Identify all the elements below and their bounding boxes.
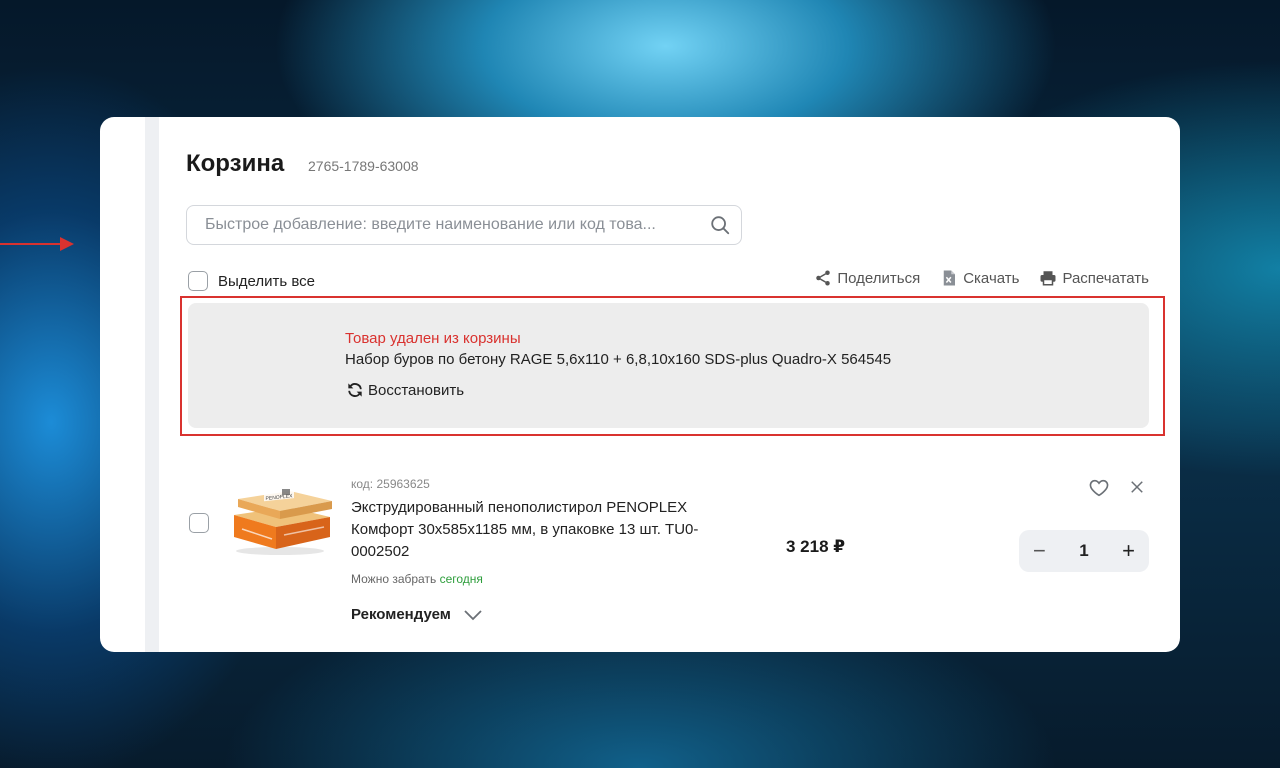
- search-input[interactable]: [203, 215, 709, 235]
- product-price: 3 218 ₽: [786, 537, 846, 556]
- sidebar-edge: [145, 117, 159, 652]
- page-title: Корзина: [186, 150, 285, 177]
- order-number: 2765-1789-63008: [308, 158, 419, 174]
- share-button[interactable]: Поделиться: [814, 269, 920, 287]
- search-icon[interactable]: [709, 214, 731, 236]
- quick-add-search[interactable]: [186, 205, 742, 245]
- product-code: код: 25963625: [351, 477, 430, 491]
- restore-label: Восстановить: [368, 381, 465, 399]
- cart-panel: Корзина 2765-1789-63008 Выделить все: [100, 117, 1180, 652]
- heart-icon[interactable]: [1088, 477, 1110, 499]
- removed-notice-title: Товар удален из корзины: [345, 330, 521, 347]
- product-image[interactable]: PENOPLEX: [228, 485, 338, 557]
- select-all-checkbox[interactable]: [188, 271, 208, 291]
- item-checkbox[interactable]: [189, 513, 209, 533]
- recommend-toggle[interactable]: Рекомендуем: [351, 606, 483, 623]
- select-all-label: Выделить все: [218, 272, 316, 290]
- printer-icon: [1040, 271, 1056, 286]
- share-label: Поделиться: [837, 269, 921, 287]
- download-button[interactable]: Скачать: [940, 269, 1019, 287]
- excel-file-icon: [943, 270, 956, 286]
- download-label: Скачать: [963, 269, 1020, 287]
- increase-button[interactable]: +: [1122, 540, 1135, 562]
- print-label: Распечатать: [1062, 269, 1149, 287]
- product-name[interactable]: Экструдированный пенополистирол PENOPLEX…: [351, 497, 731, 563]
- decrease-button[interactable]: −: [1033, 540, 1046, 562]
- pickup-prefix: Можно забрать: [351, 572, 437, 586]
- quantity-stepper: − 1 +: [1019, 530, 1149, 572]
- cart-actions: Поделиться Скачать Распечатать: [814, 269, 1149, 287]
- removed-product-name: Набор буров по бетону RAGE 5,6x110 + 6,8…: [345, 351, 892, 368]
- recommend-label: Рекомендуем: [351, 606, 451, 623]
- refresh-icon: [348, 383, 362, 397]
- print-button[interactable]: Распечатать: [1039, 269, 1149, 287]
- close-icon[interactable]: [1128, 478, 1146, 496]
- share-icon: [816, 270, 831, 286]
- select-all[interactable]: Выделить все: [188, 271, 315, 291]
- chevron-down-icon: [464, 609, 482, 620]
- restore-button[interactable]: Восстановить: [345, 380, 464, 400]
- arrow-indicator-icon: [0, 237, 74, 251]
- item-checkbox-wrap[interactable]: [189, 513, 209, 533]
- quantity-value[interactable]: 1: [1079, 541, 1088, 561]
- pickup-info: Можно забрать сегодня: [351, 572, 483, 586]
- background-frame: Корзина 2765-1789-63008 Выделить все: [0, 0, 1280, 768]
- pickup-when: сегодня: [439, 572, 483, 586]
